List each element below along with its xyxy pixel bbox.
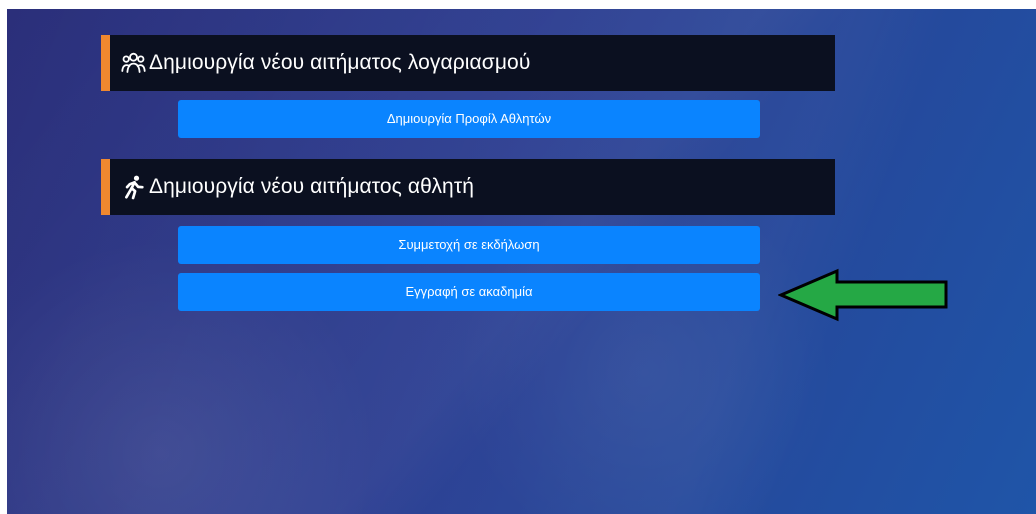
green-arrow-icon: [778, 268, 948, 322]
create-athlete-profile-button[interactable]: Δημιουργία Προφίλ Αθλητών: [178, 100, 760, 138]
athlete-request-title: Δημιουργία νέου αιτήματος αθλητή: [149, 175, 475, 198]
academy-registration-button[interactable]: Εγγραφή σε ακαδημία: [178, 273, 760, 311]
event-participation-button[interactable]: Συμμετοχή σε εκδήλωση: [178, 226, 760, 264]
athlete-request-page: Δημιουργία νέου αιτήματος λογαριασμού Δη…: [7, 9, 1036, 514]
page: Δημιουργία νέου αιτήματος λογαριασμού Δη…: [0, 0, 1036, 514]
users-icon: [120, 50, 146, 76]
running-person-icon: [120, 174, 146, 200]
athlete-request-header: Δημιουργία νέου αιτήματος αθλητή: [101, 159, 835, 215]
account-request-title: Δημιουργία νέου αιτήματος λογαριασμού: [149, 51, 531, 74]
account-request-header: Δημιουργία νέου αιτήματος λογαριασμού: [101, 35, 835, 91]
